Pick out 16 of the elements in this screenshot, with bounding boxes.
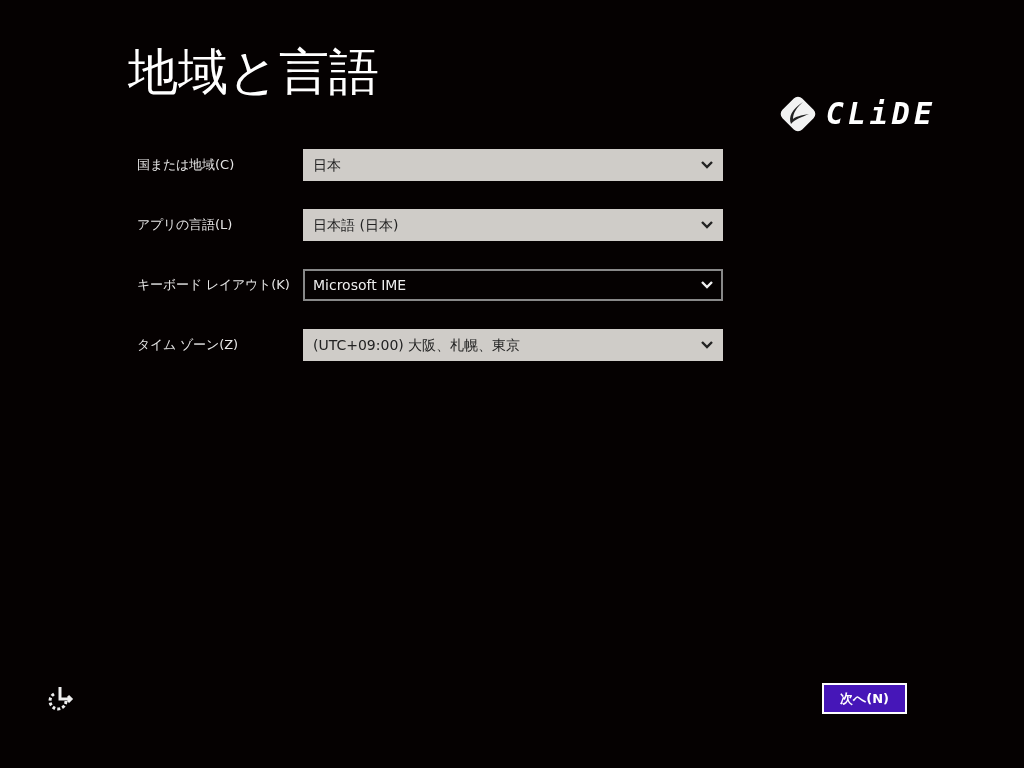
next-button[interactable]: 次へ(N): [822, 682, 907, 714]
dropdown[interactable]: (UTC+09:00) 大阪、札幌、東京: [303, 329, 723, 361]
field-label: タイム ゾーン(Z): [137, 336, 240, 355]
logo-text: CLiDE: [825, 99, 936, 129]
dropdown[interactable]: 日本: [303, 149, 723, 181]
field-label: キーボード レイアウト(K): [137, 276, 291, 295]
field-label: 国または地域(C): [137, 156, 236, 175]
chevron-down-icon: [701, 221, 713, 229]
dropdown[interactable]: 日本語 (日本): [303, 209, 723, 241]
field-label: アプリの言語(L): [137, 216, 234, 235]
dropdown[interactable]: Microsoft IME: [303, 269, 723, 301]
chevron-down-icon: [701, 281, 713, 289]
accessibility-icon: [46, 685, 74, 712]
chevron-down-icon: [701, 341, 713, 349]
page-title: 地域と言語: [128, 42, 379, 102]
chevron-down-icon: [701, 161, 713, 169]
